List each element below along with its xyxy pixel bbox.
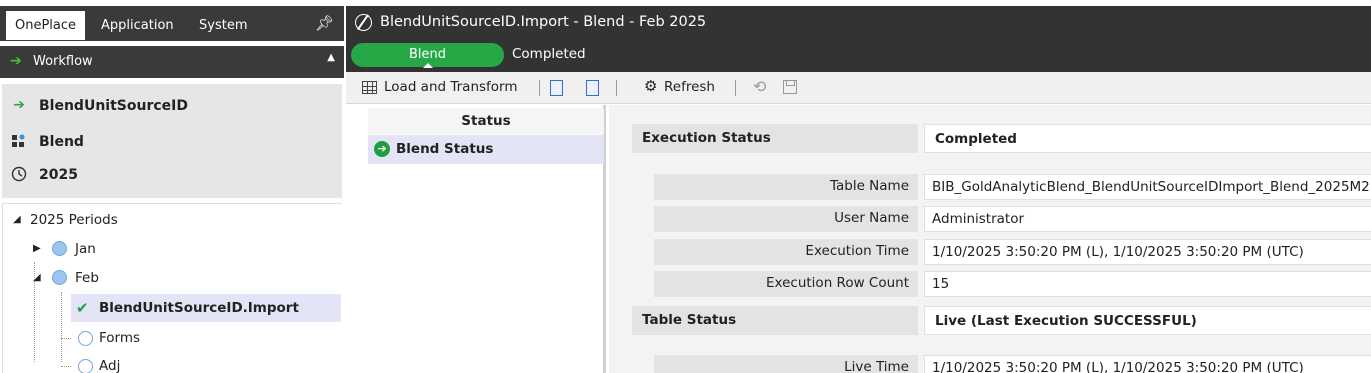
step-status-label: Completed bbox=[512, 46, 586, 62]
grid-icon[interactable] bbox=[362, 81, 377, 94]
toolbar-separator bbox=[539, 80, 540, 96]
user-name-label: User Name bbox=[654, 206, 918, 232]
tree-node-feb[interactable]: ◢ Feb bbox=[3, 264, 341, 292]
tree-node-label: 2025 Periods bbox=[30, 212, 118, 228]
left-panel: OnePlace Application System 📌︎ ➔ Workflo… bbox=[0, 0, 344, 373]
pov-panel: ➔ BlendUnitSourceID Blend 2025 bbox=[2, 84, 342, 198]
execution-status-value: Completed bbox=[924, 124, 1371, 153]
expanded-triangle-icon[interactable]: ◢ bbox=[13, 206, 21, 234]
tree-node-adj[interactable]: Adj bbox=[71, 352, 341, 373]
load-and-transform-button[interactable]: Load and Transform bbox=[384, 79, 518, 95]
execution-status-label: Execution Status bbox=[632, 124, 918, 153]
arrow-circle-icon: ➔ bbox=[374, 141, 390, 157]
workflow-header-label: Workflow bbox=[33, 54, 93, 69]
tree-node-label: Jan bbox=[75, 241, 96, 257]
tree-connector bbox=[61, 366, 71, 367]
live-time-label: Live Time bbox=[654, 355, 918, 373]
tree-node-forms[interactable]: Forms bbox=[71, 324, 341, 352]
tab-application[interactable]: Application bbox=[92, 11, 183, 40]
document-icon[interactable] bbox=[550, 80, 563, 96]
detail-pane: Execution Status Completed Table Name BI… bbox=[609, 105, 1371, 373]
collapsed-triangle-icon[interactable]: ▶ bbox=[33, 235, 41, 263]
scenario-icon bbox=[10, 133, 28, 153]
refresh-button[interactable]: Refresh bbox=[664, 79, 715, 95]
live-time-value: 1/10/2025 3:50:20 PM (L), 1/10/2025 3:50… bbox=[924, 355, 1371, 373]
step-icon bbox=[78, 359, 93, 373]
tab-system[interactable]: System bbox=[190, 11, 256, 40]
tree-node-jan[interactable]: ▶ Jan bbox=[3, 235, 341, 263]
status-item-blend[interactable]: ➔ Blend Status bbox=[368, 135, 604, 164]
pov-scenario-label: Blend bbox=[39, 134, 84, 150]
pov-scenario[interactable]: Blend bbox=[2, 130, 342, 154]
tree-node-import[interactable]: ✔ BlendUnitSourceID.Import bbox=[71, 294, 341, 322]
arrow-right-icon: ➔ bbox=[10, 53, 22, 69]
tree-connector bbox=[61, 338, 71, 339]
execution-row-count-value: 15 bbox=[924, 271, 1371, 297]
expanded-triangle-icon[interactable]: ◢ bbox=[33, 264, 41, 292]
collapse-icon[interactable]: ▲ bbox=[327, 52, 335, 63]
execution-time-value: 1/10/2025 3:50:20 PM (L), 1/10/2025 3:50… bbox=[924, 239, 1371, 265]
workflow-step-icon bbox=[355, 14, 372, 31]
gear-icon[interactable]: ⚙ bbox=[644, 77, 657, 95]
step-icon bbox=[78, 331, 93, 346]
step-pill-blend[interactable]: Blend bbox=[351, 43, 504, 68]
tree-node-label: Adj bbox=[99, 358, 121, 373]
page-title: BlendUnitSourceID.Import - Blend - Feb 2… bbox=[380, 14, 707, 30]
pov-workflow-label: BlendUnitSourceID bbox=[39, 98, 188, 114]
undo-icon[interactable]: ⟲ bbox=[753, 77, 766, 96]
status-header: Status bbox=[368, 108, 604, 134]
table-status-value: Live (Last Execution SUCCESSFUL) bbox=[924, 306, 1371, 335]
save-icon[interactable] bbox=[783, 80, 797, 94]
pov-time[interactable]: 2025 bbox=[2, 163, 342, 187]
toolbar: Load and Transform ⚙ Refresh ⟲ bbox=[346, 72, 1371, 104]
clock-icon bbox=[10, 166, 28, 186]
execution-row-count-label: Execution Row Count bbox=[654, 271, 918, 297]
workflow-header[interactable]: ➔ Workflow ▲ bbox=[0, 46, 344, 78]
tree-node-label: Feb bbox=[75, 270, 99, 286]
app-window: OnePlace Application System 📌︎ ➔ Workflo… bbox=[0, 0, 1371, 373]
period-icon bbox=[52, 270, 67, 285]
main-area: BlendUnitSourceID.Import - Blend - Feb 2… bbox=[346, 0, 1371, 373]
table-name-value: BIB_GoldAnalyticBlend_BlendUnitSourceIDI… bbox=[924, 174, 1371, 200]
tree-node-periods[interactable]: ◢ 2025 Periods bbox=[3, 206, 341, 234]
execution-time-label: Execution Time bbox=[654, 239, 918, 265]
status-pane: Status ➔ Blend Status bbox=[346, 105, 606, 373]
toolbar-separator bbox=[616, 80, 617, 96]
toolbar-separator bbox=[735, 80, 736, 96]
pov-workflow[interactable]: ➔ BlendUnitSourceID bbox=[2, 94, 342, 118]
table-status-label: Table Status bbox=[632, 306, 918, 335]
tree-node-label: BlendUnitSourceID.Import bbox=[99, 300, 299, 316]
status-item-label: Blend Status bbox=[396, 141, 494, 157]
workflow-tree: ◢ 2025 Periods ▶ Jan ◢ Feb ✔ BlendUnitSo… bbox=[2, 203, 342, 373]
title-bar: BlendUnitSourceID.Import - Blend - Feb 2… bbox=[346, 6, 1371, 72]
top-tab-bar: OnePlace Application System 📌︎ bbox=[0, 6, 344, 41]
tree-node-label: Forms bbox=[99, 330, 141, 346]
table-name-label: Table Name bbox=[654, 174, 918, 200]
checkmark-icon: ✔ bbox=[76, 299, 89, 317]
tab-oneplace[interactable]: OnePlace bbox=[6, 11, 86, 40]
pov-time-label: 2025 bbox=[39, 167, 78, 183]
pin-icon[interactable]: 📌︎ bbox=[315, 14, 334, 32]
tree-connector bbox=[61, 292, 62, 362]
user-name-value: Administrator bbox=[924, 206, 1371, 232]
period-icon bbox=[52, 241, 67, 256]
arrow-right-icon: ➔ bbox=[13, 97, 25, 113]
report-icon[interactable] bbox=[586, 80, 599, 96]
